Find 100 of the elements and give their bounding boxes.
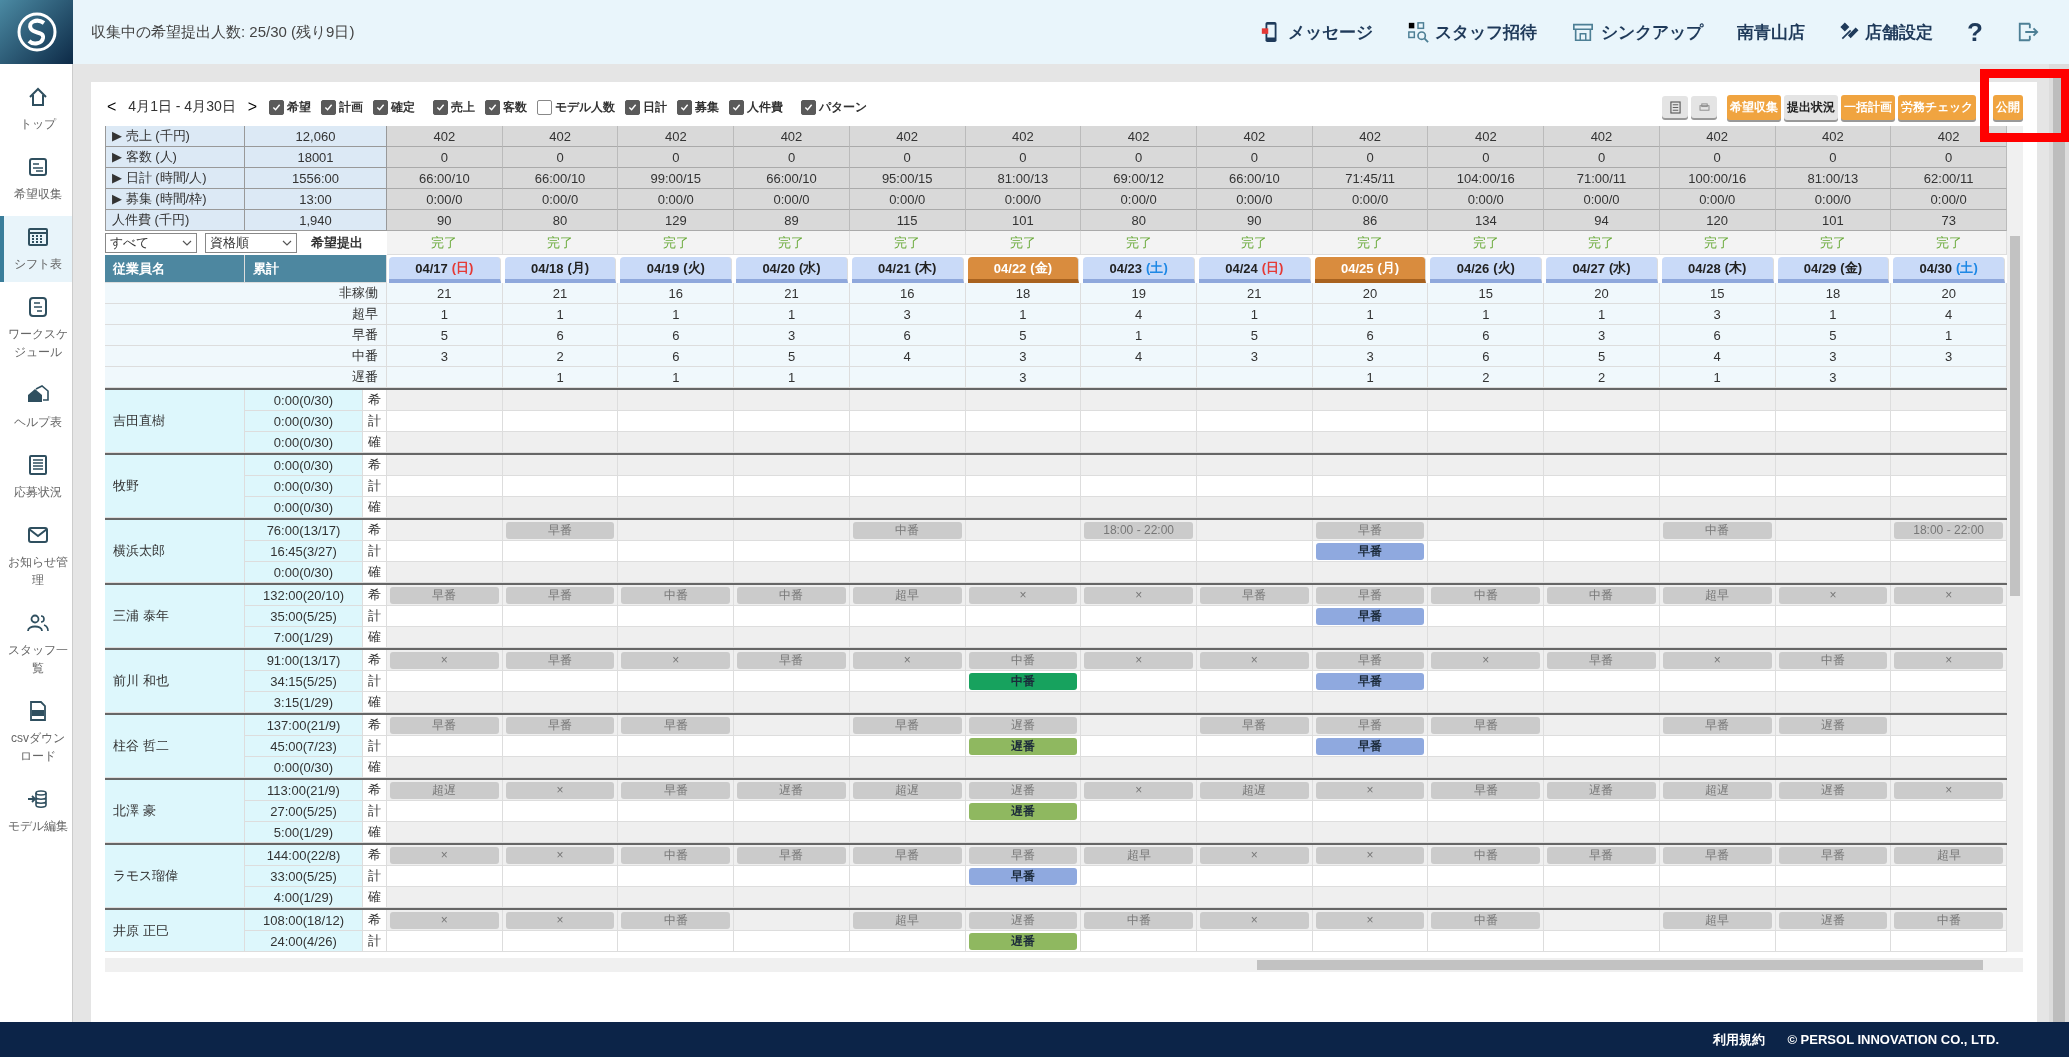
schedule-cell[interactable] <box>1081 736 1197 757</box>
schedule-cell[interactable] <box>1544 887 1660 908</box>
schedule-cell[interactable] <box>849 432 966 453</box>
schedule-cell[interactable] <box>1081 692 1197 713</box>
page-scrollbar[interactable] <box>2049 64 2069 1022</box>
schedule-cell[interactable] <box>1891 715 2007 736</box>
schedule-cell[interactable] <box>1544 822 1660 843</box>
schedule-cell[interactable] <box>502 455 619 476</box>
schedule-cell[interactable] <box>1428 562 1545 583</box>
schedule-cell[interactable] <box>965 887 1082 908</box>
schedule-cell[interactable] <box>618 887 735 908</box>
schedule-cell[interactable] <box>1891 801 2007 822</box>
date-header[interactable]: 04/30 (土) <box>1893 257 2005 283</box>
schedule-cell[interactable] <box>965 520 1082 541</box>
schedule-cell[interactable] <box>1891 432 2007 453</box>
schedule-cell[interactable] <box>618 455 735 476</box>
schedule-cell[interactable] <box>849 390 966 411</box>
schedule-cell[interactable] <box>849 931 966 952</box>
schedule-cell[interactable] <box>1544 606 1660 627</box>
schedule-cell[interactable] <box>1081 627 1197 648</box>
schedule-cell[interactable] <box>1428 757 1545 778</box>
schedule-cell[interactable] <box>734 411 850 432</box>
schedule-cell[interactable] <box>965 562 1082 583</box>
schedule-cell[interactable] <box>1081 801 1197 822</box>
schedule-cell[interactable] <box>618 801 735 822</box>
schedule-cell[interactable] <box>1544 390 1660 411</box>
group-select[interactable]: すべて <box>105 233 197 253</box>
schedule-cell[interactable] <box>387 520 503 541</box>
order-select[interactable]: 資格順 <box>205 233 297 253</box>
nav-link[interactable]: シンクアップ <box>1571 20 1704 44</box>
schedule-cell[interactable] <box>1659 455 1776 476</box>
schedule-cell[interactable] <box>502 736 619 757</box>
schedule-cell[interactable] <box>618 411 735 432</box>
summary-label[interactable]: ▶ 客数 (人) <box>105 147 245 168</box>
schedule-cell[interactable] <box>1428 822 1545 843</box>
schedule-cell[interactable] <box>1081 671 1197 692</box>
date-header[interactable]: 04/23 (土) <box>1083 257 1195 283</box>
schedule-cell[interactable] <box>1312 497 1429 518</box>
schedule-cell[interactable] <box>387 671 503 692</box>
schedule-cell[interactable] <box>1891 497 2007 518</box>
schedule-cell[interactable] <box>618 866 735 887</box>
schedule-cell[interactable] <box>1659 627 1776 648</box>
schedule-cell[interactable] <box>387 606 503 627</box>
schedule-cell[interactable] <box>734 715 850 736</box>
schedule-cell[interactable] <box>1659 692 1776 713</box>
schedule-cell[interactable] <box>1081 887 1197 908</box>
schedule-cell[interactable] <box>618 627 735 648</box>
checkbox[interactable] <box>433 99 449 115</box>
schedule-cell[interactable] <box>502 562 619 583</box>
schedule-cell[interactable] <box>849 606 966 627</box>
schedule-cell[interactable] <box>734 390 850 411</box>
schedule-cell[interactable] <box>1428 736 1545 757</box>
document-button[interactable] <box>1662 96 1688 118</box>
schedule-cell[interactable] <box>734 497 850 518</box>
schedule-cell[interactable] <box>1775 476 1892 497</box>
schedule-cell[interactable] <box>1659 736 1776 757</box>
schedule-cell[interactable] <box>1659 432 1776 453</box>
schedule-cell[interactable] <box>387 432 503 453</box>
schedule-cell[interactable] <box>1081 715 1197 736</box>
schedule-cell[interactable] <box>1428 801 1545 822</box>
schedule-cell[interactable] <box>1544 736 1660 757</box>
schedule-cell[interactable] <box>1891 671 2007 692</box>
schedule-cell[interactable] <box>1312 455 1429 476</box>
schedule-cell[interactable] <box>1312 411 1429 432</box>
schedule-cell[interactable] <box>1775 931 1892 952</box>
schedule-cell[interactable] <box>849 887 966 908</box>
schedule-cell[interactable] <box>965 627 1082 648</box>
schedule-cell[interactable] <box>849 455 966 476</box>
schedule-cell[interactable] <box>1544 671 1660 692</box>
schedule-cell[interactable] <box>1312 822 1429 843</box>
print-button[interactable] <box>1691 96 1717 118</box>
schedule-cell[interactable] <box>1197 757 1313 778</box>
date-header[interactable]: 04/17 (日) <box>389 257 501 283</box>
schedule-cell[interactable] <box>1081 541 1197 562</box>
schedule-cell[interactable] <box>1775 866 1892 887</box>
schedule-cell[interactable] <box>965 822 1082 843</box>
schedule-cell[interactable] <box>618 562 735 583</box>
vertical-scrollbar[interactable] <box>2007 126 2023 952</box>
schedule-cell[interactable] <box>387 497 503 518</box>
schedule-cell[interactable] <box>1197 455 1313 476</box>
schedule-cell[interactable] <box>1544 866 1660 887</box>
schedule-cell[interactable] <box>1775 390 1892 411</box>
checkbox[interactable] <box>269 99 285 115</box>
schedule-cell[interactable] <box>1775 541 1892 562</box>
schedule-cell[interactable] <box>502 887 619 908</box>
schedule-cell[interactable] <box>1428 455 1545 476</box>
schedule-cell[interactable] <box>1775 887 1892 908</box>
schedule-cell[interactable] <box>734 627 850 648</box>
logout-icon[interactable] <box>2017 21 2039 43</box>
schedule-cell[interactable] <box>1775 822 1892 843</box>
date-header[interactable]: 04/28 (木) <box>1661 257 1774 283</box>
schedule-cell[interactable] <box>1312 801 1429 822</box>
schedule-cell[interactable] <box>387 455 503 476</box>
schedule-cell[interactable] <box>1891 822 2007 843</box>
schedule-cell[interactable] <box>1197 520 1313 541</box>
schedule-cell[interactable] <box>1197 432 1313 453</box>
schedule-cell[interactable] <box>1544 476 1660 497</box>
checkbox[interactable] <box>625 99 641 115</box>
schedule-cell[interactable] <box>1659 757 1776 778</box>
schedule-cell[interactable] <box>618 671 735 692</box>
